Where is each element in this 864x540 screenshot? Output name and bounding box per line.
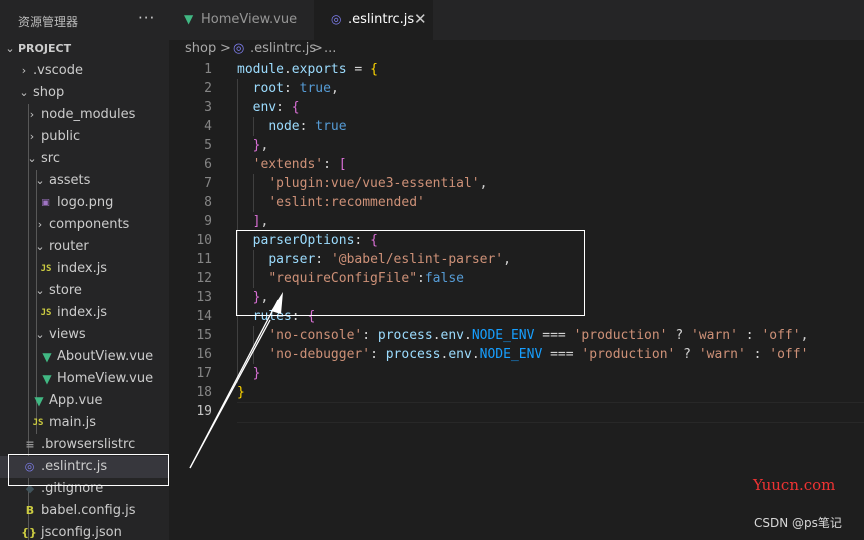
- watermark-credit: CSDN @ps笔记: [754, 516, 842, 530]
- watermark-site: Yuucn.com: [753, 476, 836, 494]
- annotation-arrow: [189, 292, 283, 469]
